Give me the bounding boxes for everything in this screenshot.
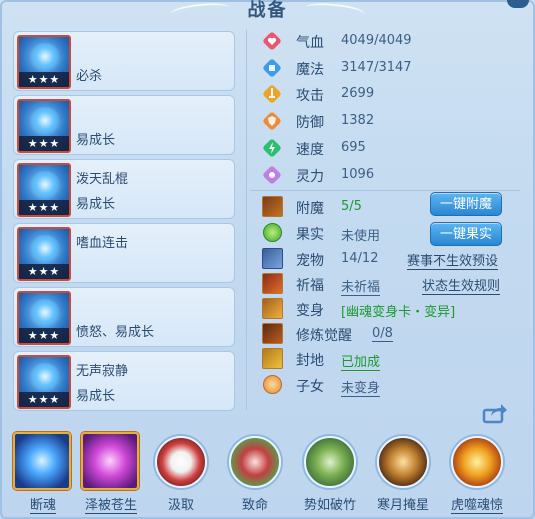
stat-defense: 防御 1382 — [262, 109, 442, 133]
skill-trait: 愤怒、易成长 — [76, 325, 155, 340]
child-icon — [263, 375, 282, 394]
shield-icon — [263, 112, 281, 130]
star-rating: ★★★ — [19, 136, 69, 151]
attack-icon — [263, 85, 281, 103]
skill-card[interactable]: ★★★ 愤怒、易成长 — [13, 287, 235, 347]
skill-trait: 易成长 — [76, 389, 116, 404]
skill-card[interactable]: ★★★ 嗜血连击 — [13, 223, 235, 283]
skill-name: 泼天乱棍 — [76, 172, 129, 187]
skill-icon-slot[interactable]: 泽被苍生 — [81, 432, 141, 516]
skill-trait: 必杀 — [76, 69, 103, 84]
skill-icon-slot[interactable]: 断魂 — [13, 432, 73, 516]
title-bar: 战备 — [169, 0, 366, 22]
row-awaken: 修炼觉醒 0/8 — [262, 322, 522, 346]
skill-icon-slot[interactable]: 虎噬魂惊 — [447, 432, 507, 516]
heart-icon — [263, 32, 281, 50]
skill-card[interactable]: ★★★ 无声寂静 易成长 — [13, 351, 235, 411]
star-rating: ★★★ — [19, 72, 69, 87]
vertical-divider — [246, 30, 247, 410]
skill-icon-slot[interactable]: 致命 — [225, 432, 285, 516]
transform-icon — [262, 298, 283, 319]
fatal-icon — [229, 436, 281, 488]
pet-icon — [262, 248, 283, 269]
blessing-icon — [262, 273, 283, 294]
unstoppable-icon — [304, 436, 356, 488]
star-rating: ★★★ — [19, 200, 69, 215]
tiger-bite-icon — [451, 436, 503, 488]
skill-name: 无声寂静 — [76, 364, 129, 379]
stat-hp: 气血 4049/4049 — [262, 29, 442, 53]
status-rules-link[interactable]: 状态生效规则 — [422, 275, 501, 295]
skill-icon-slot[interactable]: 汲取 — [151, 432, 211, 516]
row-child: 子女 未变身 — [262, 373, 522, 397]
skill-card[interactable]: ★★★ 泼天乱棍 易成长 — [13, 159, 235, 219]
stat-speed: 速度 695 — [262, 136, 442, 160]
skill-icon-slot[interactable]: 势如破竹 — [300, 432, 360, 516]
row-transform: 变身 [幽魂变身卡・变异] — [262, 297, 522, 321]
star-rating: ★★★ — [19, 264, 69, 279]
skill-portrait: ★★★ — [17, 163, 71, 217]
speed-icon — [263, 139, 281, 157]
cold-moon-icon — [377, 436, 429, 488]
stat-spirit: 灵力 1096 — [262, 163, 442, 187]
transform-card-link[interactable]: [幽魂变身卡・变异] — [341, 301, 455, 320]
awaken-icon — [262, 323, 283, 344]
child-link[interactable]: 未变身 — [341, 377, 381, 397]
star-rating: ★★★ — [19, 328, 69, 343]
skill-portrait: ★★★ — [17, 355, 71, 409]
skill-portrait: ★★★ — [17, 99, 71, 153]
mana-icon — [263, 59, 281, 77]
fief-icon — [262, 348, 283, 369]
skill-trait: 易成长 — [76, 133, 116, 148]
skill-name: 嗜血连击 — [76, 236, 129, 251]
skill-portrait: ★★★ — [17, 35, 71, 89]
blessing-link[interactable]: 未祈福 — [341, 276, 381, 296]
enchant-icon — [262, 196, 283, 217]
auto-fruit-button[interactable]: 一键果实 — [430, 222, 502, 246]
blessing-skill-icon — [81, 432, 139, 490]
skill-card[interactable]: ★★★ 易成长 — [13, 95, 235, 155]
share-icon[interactable] — [482, 402, 508, 424]
section-divider — [250, 190, 520, 191]
awaken-link[interactable]: 0/8 — [372, 326, 393, 342]
stat-mp: 魔法 3147/3147 — [262, 56, 442, 80]
fief-link[interactable]: 已加成 — [341, 351, 381, 371]
fruit-icon — [263, 223, 282, 242]
skill-portrait: ★★★ — [17, 291, 71, 345]
stat-attack: 攻击 2699 — [262, 82, 442, 106]
absorb-icon — [155, 436, 207, 488]
skill-portrait: ★★★ — [17, 227, 71, 281]
skill-card[interactable]: ★★★ 必杀 — [13, 31, 235, 91]
preset-link[interactable]: 赛事不生效预设 — [407, 250, 499, 270]
skill-icon-slot[interactable]: 寒月掩星 — [373, 432, 433, 516]
spirit-icon — [263, 166, 281, 184]
soul-break-icon — [13, 432, 71, 490]
skill-trait: 易成长 — [76, 197, 116, 212]
star-rating: ★★★ — [19, 392, 69, 407]
auto-enchant-button[interactable]: 一键附魔 — [430, 192, 502, 216]
row-fief: 封地 已加成 — [262, 347, 522, 371]
